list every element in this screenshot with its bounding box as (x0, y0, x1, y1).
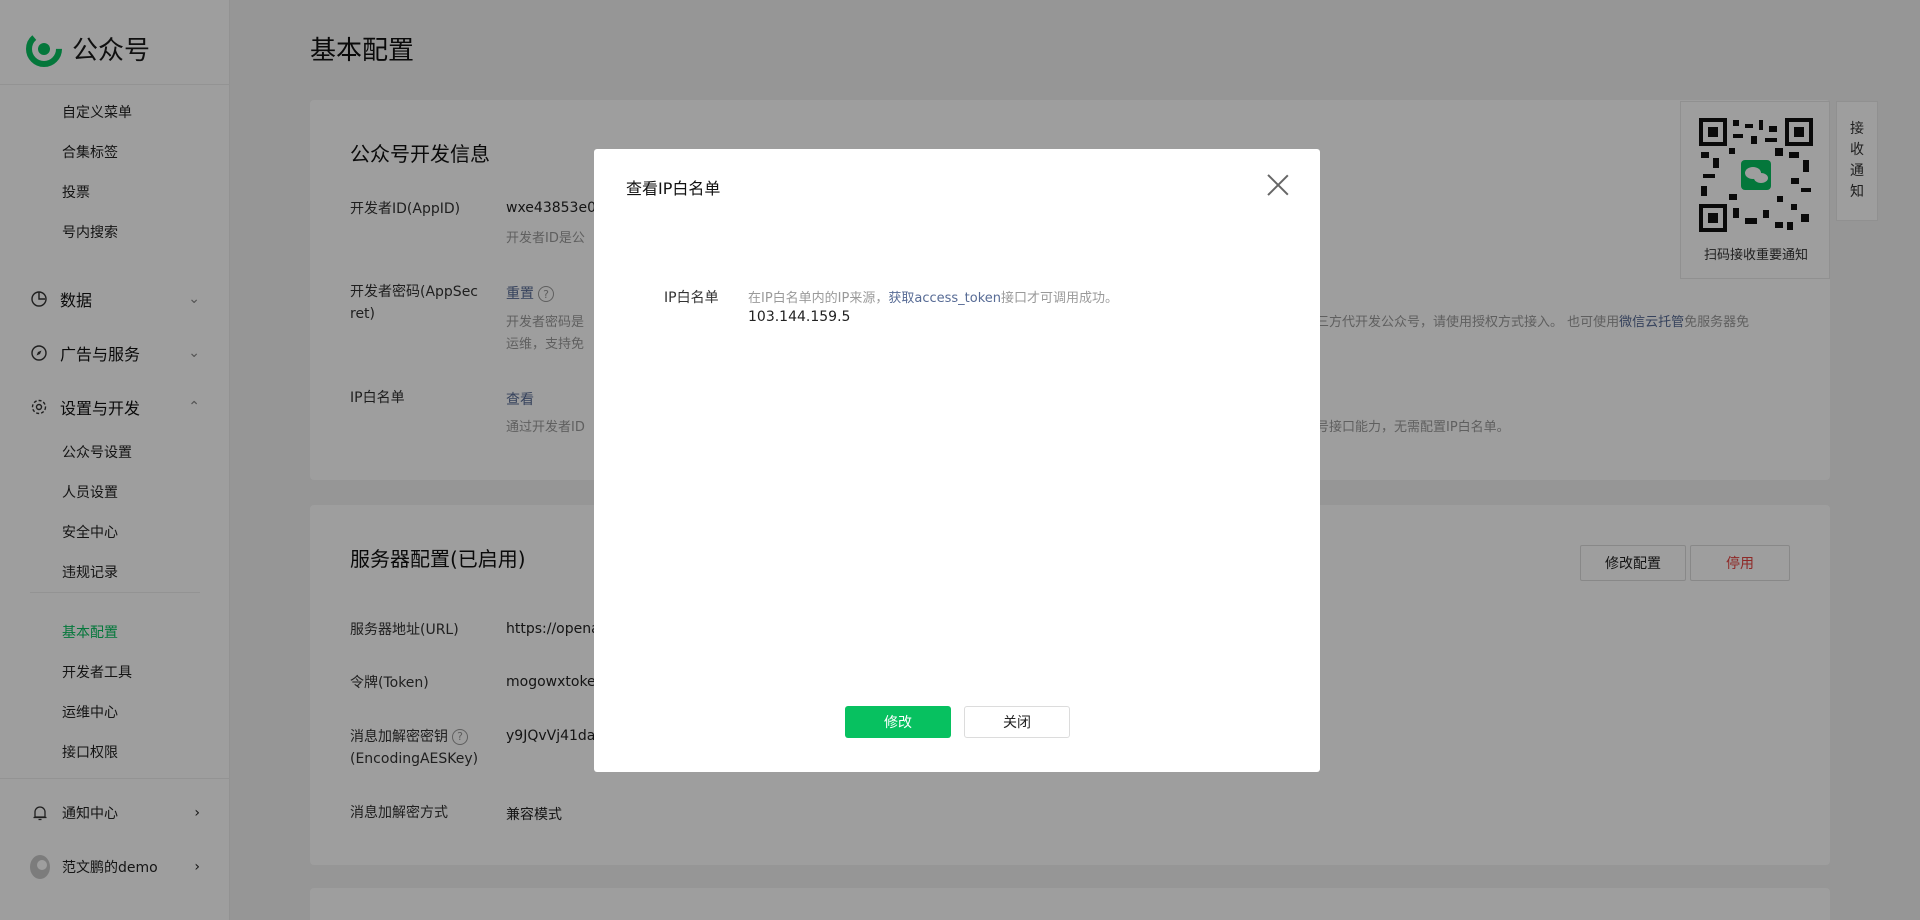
ip-whitelist-desc-end: 接口才可调用成功。 (1001, 291, 1119, 306)
dialog-title: 查看IP白名单 (626, 179, 721, 198)
close-icon[interactable] (1266, 173, 1290, 197)
ip-whitelist-field-label: IP白名单 (664, 290, 719, 306)
ip-whitelist-dialog: 查看IP白名单 IP白名单 在IP白名单内的IP来源，获取access_toke… (594, 149, 1320, 772)
modify-button[interactable]: 修改 (845, 706, 951, 738)
close-button[interactable]: 关闭 (964, 706, 1070, 738)
ip-address: 103.144.159.5 (748, 309, 851, 325)
access-token-link[interactable]: 获取access_token (888, 291, 1001, 306)
ip-whitelist-desc: 在IP白名单内的IP来源， (748, 291, 889, 306)
